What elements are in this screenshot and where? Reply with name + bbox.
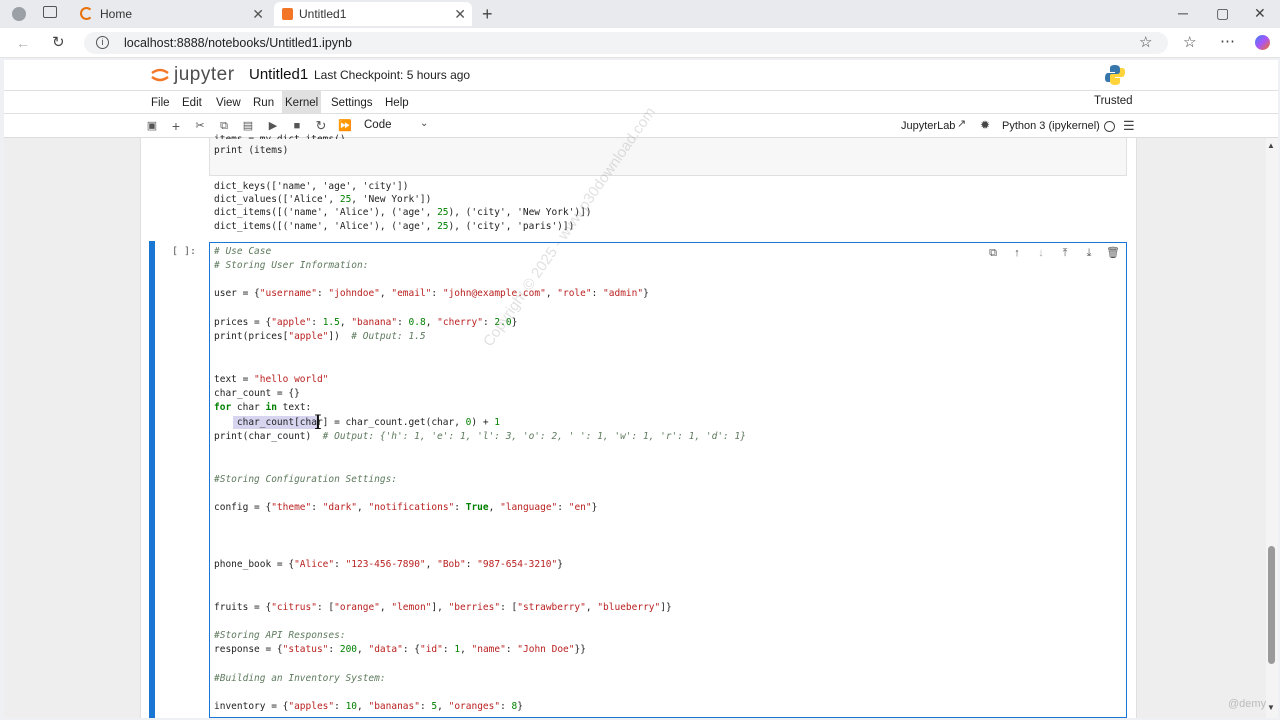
code-line: print(prices["apple"]) # Output: 1.5 (214, 331, 426, 342)
jupyter-favicon-icon (80, 7, 93, 20)
move-up-icon[interactable]: ↑ (1010, 246, 1024, 260)
insert-below-icon[interactable]: ⤓ (1082, 246, 1096, 260)
delete-cell-icon[interactable]: 🗑 (1106, 246, 1120, 260)
favorite-star-icon[interactable]: ☆ (1139, 35, 1152, 50)
more-options-icon[interactable]: ⋯ (1220, 34, 1235, 49)
code-line: #Storing Configuration Settings: (214, 474, 398, 485)
copilot-icon[interactable] (1255, 35, 1270, 50)
code-line: char_count[char] = char_count.get(char, … (214, 417, 501, 428)
menu-kernel[interactable]: Kernel (282, 91, 322, 115)
tab-home-label: Home (100, 7, 133, 21)
code-line: config = {"theme": "dark", "notification… (214, 502, 598, 513)
code-line: response = {"status": 200, "data": {"id"… (214, 644, 586, 655)
output-line: dict_keys(['name', 'age', 'city']) (214, 181, 409, 192)
scroll-up-icon[interactable]: ▲ (1267, 142, 1275, 150)
scroll-down-icon[interactable]: ▼ (1267, 704, 1275, 712)
code-line: user = {"username": "johndoe", "email": … (214, 288, 649, 299)
previous-cell-input[interactable] (209, 138, 1127, 176)
code-line: prices = {"apple": 1.5, "banana": 0.8, "… (214, 317, 518, 328)
code-line: char_count = {} (214, 388, 300, 399)
output-line: dict_values(['Alice', 25, 'New York']) (214, 194, 432, 205)
code-line: # Storing User Information: (214, 260, 369, 271)
checkpoint-status: Last Checkpoint: 5 hours ago (314, 68, 471, 82)
code-line: phone_book = {"Alice": "123-456-7890", "… (214, 559, 563, 570)
debugger-icon[interactable]: ✹ (980, 119, 990, 131)
menu-run[interactable]: Run (250, 91, 277, 115)
tab-untitled1-label: Untitled1 (299, 7, 347, 21)
site-info-icon[interactable]: i (96, 36, 109, 49)
minimize-button[interactable]: ─ (1178, 6, 1188, 20)
save-icon[interactable]: ▣ (143, 117, 161, 135)
kernel-status-icon (1104, 121, 1115, 132)
python-logo-icon (1104, 64, 1126, 86)
cut-icon[interactable]: ✂ (191, 117, 209, 135)
chevron-down-icon: ⌄ (420, 118, 429, 129)
notebook-title[interactable]: Untitled1 (249, 66, 308, 83)
jupyter-wordmark[interactable]: jupyter (174, 64, 235, 86)
code-line: text = "hello world" (214, 374, 329, 385)
kernel-name[interactable]: Python 3 (ipykernel) (1002, 120, 1100, 132)
reload-icon[interactable]: ↻ (52, 35, 65, 50)
profile-icon[interactable] (12, 7, 26, 21)
output-line: dict_items([('name', 'Alice'), ('age', 2… (214, 221, 575, 232)
external-link-icon[interactable]: ↗ (957, 119, 966, 130)
cell-type-value: Code (364, 119, 392, 131)
move-down-icon[interactable]: ↓ (1034, 246, 1048, 260)
output-line: dict_items([('name', 'Alice'), ('age', 2… (214, 207, 592, 218)
favorites-icon[interactable]: ☆ (1183, 35, 1196, 50)
trusted-indicator[interactable]: Trusted (1094, 95, 1133, 107)
code-line: print (items) (214, 145, 289, 156)
menu-help[interactable]: Help (382, 91, 412, 115)
menu-view[interactable]: View (213, 91, 244, 115)
code-line: fruits = {"citrus": ["orange", "lemon"],… (214, 602, 672, 613)
new-tab-button[interactable]: + (482, 5, 493, 23)
close-tab-icon[interactable]: ✕ (252, 6, 264, 23)
menu-hamburger-icon[interactable]: ☰ (1123, 119, 1135, 132)
url-bar[interactable]: localhost:8888/notebooks/Untitled1.ipynb (84, 32, 1168, 54)
scrollbar-thumb[interactable] (1268, 546, 1275, 664)
close-window-button[interactable]: ✕ (1254, 6, 1266, 20)
code-line: items = my_dict.items() (214, 133, 346, 139)
code-line: #Building an Inventory System: (214, 673, 386, 684)
insert-above-icon[interactable]: ⤒ (1058, 246, 1072, 260)
code-line: # Use Case (214, 246, 272, 257)
notebook-favicon-icon (282, 8, 293, 20)
close-tab-icon[interactable]: ✕ (454, 6, 466, 23)
corner-watermark: @demy (1228, 698, 1267, 710)
code-line: print(char_count) # Output: {'h': 1, 'e'… (214, 431, 746, 442)
cell-prompt: [ ]: (172, 246, 197, 257)
code-line: #Storing API Responses: (214, 630, 346, 641)
tab-actions-icon[interactable] (43, 6, 57, 18)
add-cell-icon[interactable]: + (167, 117, 185, 135)
code-line: for char in text: (214, 402, 312, 413)
active-cell-indicator[interactable] (149, 241, 155, 718)
maximize-button[interactable]: ▢ (1216, 6, 1229, 20)
jupyter-logo-icon[interactable] (150, 65, 170, 85)
tab-untitled1[interactable]: Untitled1 ✕ (274, 2, 472, 26)
tab-home[interactable]: Home ✕ (72, 2, 270, 26)
menu-edit[interactable]: Edit (179, 91, 205, 115)
jupyterlab-link[interactable]: JupyterLab (901, 120, 955, 132)
menu-file[interactable]: File (148, 91, 173, 115)
code-line: inventory = {"apples": 10, "bananas": 5,… (214, 701, 524, 712)
menu-settings[interactable]: Settings (328, 91, 376, 115)
back-icon[interactable]: ← (16, 36, 30, 50)
duplicate-cell-icon[interactable]: ⧉ (986, 246, 1000, 260)
cell-type-select[interactable]: Code ⌄ (364, 118, 434, 135)
